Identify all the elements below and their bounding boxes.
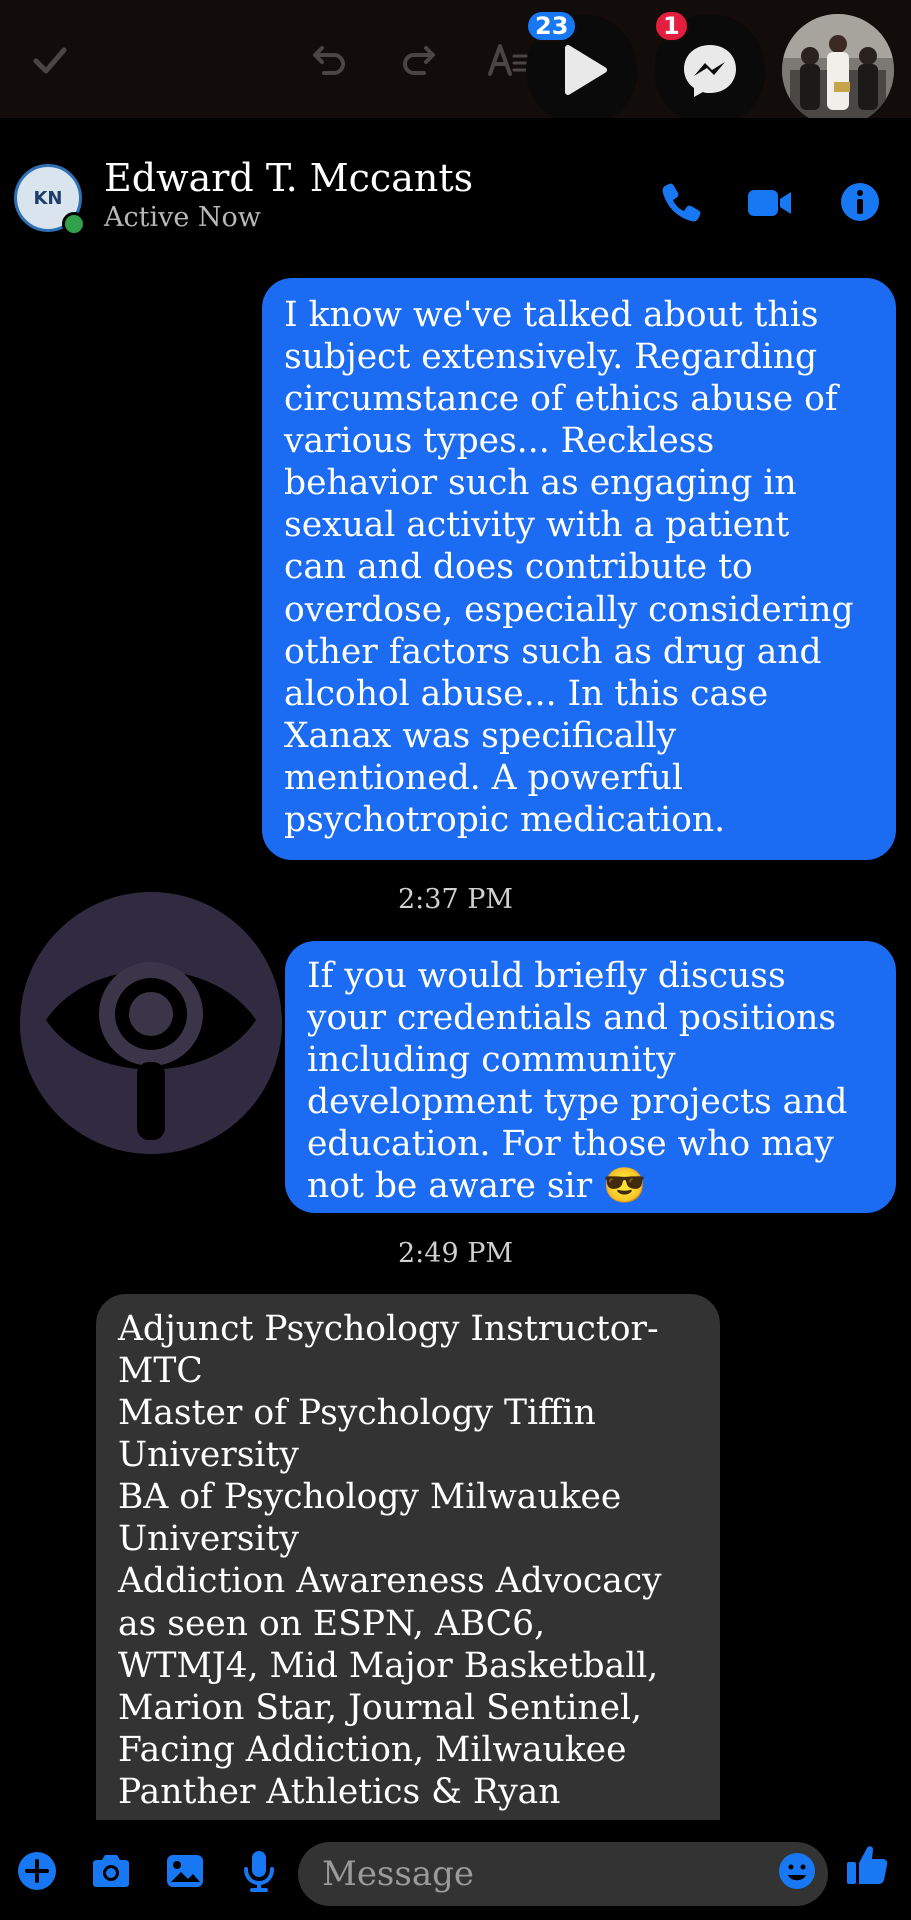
message-line: various types... Reckless	[284, 421, 715, 462]
watermark-logo	[20, 892, 282, 1154]
message-line: not be aware sir 😎	[307, 1166, 646, 1207]
chat-header: KN Edward T. Mccants Active Now	[0, 118, 911, 278]
editor-toolbar: 23 1	[0, 0, 911, 126]
message-line: education. For those who may	[307, 1124, 834, 1165]
contact-status: Active Now	[104, 202, 261, 233]
message-line: your credentials and positions	[307, 998, 837, 1039]
message-line: WTMJ4, Mid Major Basketball,	[118, 1645, 659, 1686]
message-bubble-sent[interactable]: I know we've talked about this subject e…	[262, 278, 896, 860]
emoji-icon[interactable]	[772, 1846, 822, 1896]
message-line: development type projects and	[307, 1082, 848, 1123]
message-line: including community	[307, 1040, 676, 1081]
camera-icon[interactable]	[86, 1846, 136, 1896]
message-line: Adjunct Psychology Instructor-	[118, 1309, 659, 1349]
redo-icon[interactable]	[388, 30, 448, 90]
microphone-icon[interactable]	[234, 1846, 284, 1896]
message-line: subject extensively. Regarding	[284, 337, 818, 378]
undo-icon[interactable]	[300, 30, 360, 90]
phone-icon[interactable]	[656, 176, 708, 228]
message-line: If you would briefly discuss	[307, 956, 786, 996]
messenger-chat-head[interactable]: 1	[654, 10, 766, 126]
message-line: Xanax was specifically	[284, 715, 677, 756]
message-bubble-received[interactable]: Adjunct Psychology Instructor- MTC Maste…	[96, 1294, 720, 1820]
message-input[interactable]: Message	[298, 1842, 828, 1906]
messenger-icon	[684, 45, 736, 97]
message-line: Panther Athletics & Ryan	[118, 1771, 561, 1812]
online-status-dot	[62, 212, 86, 236]
message-composer: Message	[0, 1820, 911, 1920]
contact-name[interactable]: Edward T. Mccants	[104, 156, 473, 200]
message-line: Master of Psychology Tiffin	[118, 1393, 596, 1434]
message-line: Marion Star, Journal Sentinel,	[118, 1687, 642, 1728]
video-camera-icon[interactable]	[744, 176, 796, 228]
message-timestamp: 2:49 PM	[397, 1238, 514, 1269]
message-line: University	[118, 1435, 299, 1476]
group-photo-avatar	[782, 14, 894, 126]
message-line: MTC	[118, 1351, 203, 1392]
message-line: circumstance of ethics abuse of	[284, 379, 838, 420]
plus-icon[interactable]	[12, 1846, 62, 1896]
message-line: BA of Psychology Milwaukee	[118, 1477, 622, 1518]
message-line: University	[118, 1519, 299, 1560]
message-line: can and does contribute to	[284, 547, 753, 588]
message-line: alcohol abuse... In this case	[284, 673, 769, 714]
info-icon[interactable]	[834, 176, 886, 228]
message-line: as seen on ESPN, ABC6,	[118, 1603, 546, 1644]
video-chat-head[interactable]: 23	[526, 10, 638, 126]
message-line: Facing Addiction, Milwaukee	[118, 1729, 627, 1770]
messenger-chat-badge: 1	[654, 10, 689, 42]
message-timestamp: 2:37 PM	[397, 884, 514, 915]
photo-chat-head[interactable]	[782, 14, 894, 126]
message-line: sexual activity with a patient	[284, 505, 790, 546]
message-bubble-sent[interactable]: If you would briefly discuss your creden…	[285, 941, 896, 1213]
message-line: behavior such as engaging in	[284, 463, 797, 504]
thumbs-up-icon[interactable]	[842, 1840, 892, 1890]
play-icon	[565, 45, 607, 95]
checkmark-icon[interactable]	[20, 30, 80, 90]
message-line: psychotropic medication.	[284, 799, 726, 840]
message-line: Addiction Awareness Advocacy	[118, 1561, 662, 1602]
message-line: mentioned. A powerful	[284, 757, 683, 798]
video-chat-badge: 23	[526, 10, 578, 42]
message-line: overdose, especially considering	[284, 589, 854, 630]
message-line: other factors such as drug and	[284, 631, 822, 672]
message-line: I know we've talked about this	[284, 295, 819, 335]
image-icon[interactable]	[160, 1846, 210, 1896]
